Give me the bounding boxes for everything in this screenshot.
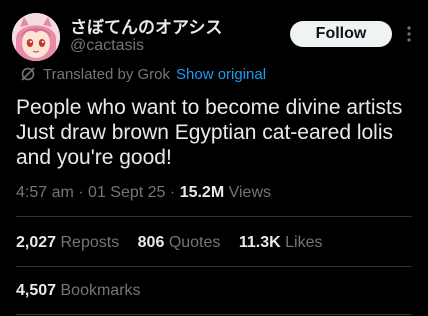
quotes-count: 806	[137, 234, 165, 251]
tweet-line: People who want to become divine artists	[16, 96, 403, 119]
bookmarks-label: Bookmarks	[60, 282, 141, 299]
anime-girl-avatar-icon	[12, 13, 60, 61]
avatar[interactable]	[12, 13, 60, 61]
display-name[interactable]: さぼてんのオアシス	[70, 13, 222, 38]
reposts-stat[interactable]: 2,027 Reposts	[16, 234, 124, 251]
show-original-link[interactable]: Show original	[176, 66, 266, 83]
separator: ·	[169, 184, 176, 201]
likes-count: 11.3K	[238, 234, 281, 251]
divider	[16, 314, 412, 315]
translation-bar: Translated by Grok Show original	[20, 65, 266, 83]
user-handle[interactable]: @cactasis	[70, 37, 144, 55]
follow-button[interactable]: Follow	[290, 21, 392, 47]
tweet-text: People who want to become divine artists…	[16, 95, 416, 170]
separator: ·	[78, 184, 84, 201]
tweet-date[interactable]: 01 Sept 25	[88, 184, 165, 201]
reposts-label: Reposts	[60, 234, 120, 251]
views-label: Views	[228, 184, 271, 201]
vertical-ellipsis-icon[interactable]	[404, 24, 414, 44]
divider	[16, 266, 412, 267]
reposts-count: 2,027	[16, 234, 57, 251]
tweet-line: Just draw brown Egyptian cat-eared lolis	[16, 121, 394, 144]
tweet-line: and you're good!	[16, 146, 172, 169]
divider	[16, 216, 412, 217]
likes-label: Likes	[285, 234, 323, 251]
views-count: 15.2M	[179, 184, 225, 201]
likes-stat[interactable]: 11.3K Likes	[239, 234, 323, 251]
tweet-meta: 4:57 am · 01 Sept 25 · 15.2M Views	[16, 184, 271, 202]
engagement-stats: 2,027 Reposts 806 Quotes 11.3K Likes	[16, 234, 336, 252]
tweet-time[interactable]: 4:57 am	[16, 184, 74, 201]
grok-icon	[20, 66, 36, 82]
translated-label: Translated by Grok	[43, 65, 170, 83]
quotes-stat[interactable]: 806 Quotes	[138, 234, 225, 251]
quotes-label: Quotes	[168, 234, 221, 251]
bookmarks-stat[interactable]: 4,507 Bookmarks	[16, 282, 141, 300]
bookmarks-count: 4,507	[16, 282, 57, 299]
